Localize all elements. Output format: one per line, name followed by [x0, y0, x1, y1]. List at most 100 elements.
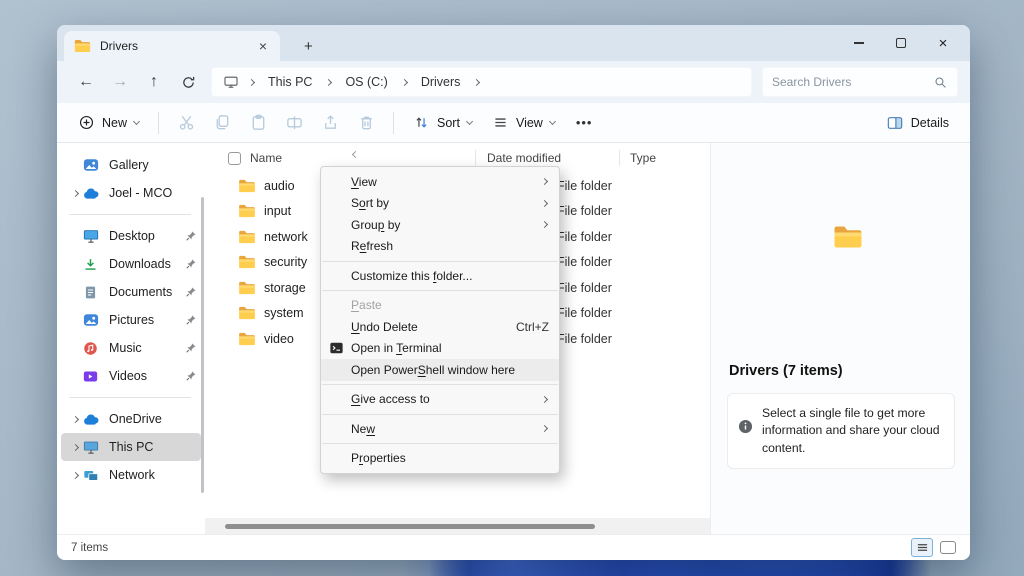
breadcrumb-this-pc[interactable]: This PC — [264, 73, 316, 91]
item-count: 7 items — [71, 542, 108, 554]
cut-icon — [177, 113, 196, 132]
file-type: File folder — [557, 281, 612, 295]
menu-item-group-by[interactable]: Group by — [321, 214, 559, 236]
sidebar-item-music[interactable]: Music — [61, 334, 201, 362]
refresh-button[interactable] — [171, 67, 205, 97]
horizontal-scrollbar-thumb[interactable] — [225, 524, 595, 529]
copy-button[interactable] — [205, 108, 239, 138]
sidebar-item-documents[interactable]: Documents — [61, 278, 201, 306]
submenu-arrow-icon — [541, 425, 548, 432]
navigation-pane: Gallery Joel - MCO Desktop Downloads — [57, 143, 205, 534]
close-button[interactable]: × — [922, 28, 964, 58]
expand-chevron-icon[interactable] — [71, 189, 78, 196]
paste-button[interactable] — [241, 108, 275, 138]
pin-icon — [185, 342, 201, 354]
sidebar-item-videos[interactable]: Videos — [61, 362, 201, 390]
list-view-toggle[interactable] — [911, 538, 933, 557]
menu-item-sort-by[interactable]: Sort by — [321, 193, 559, 215]
folder-icon — [238, 204, 258, 218]
view-button[interactable]: View — [483, 108, 564, 137]
paste-icon — [249, 113, 268, 132]
pictures-icon — [83, 312, 105, 328]
menu-item-view[interactable]: View — [321, 171, 559, 193]
sort-icon — [413, 114, 430, 131]
breadcrumb-os-c[interactable]: OS (C:) — [341, 73, 391, 91]
tab-title: Drivers — [100, 39, 247, 53]
menu-item-undo-delete[interactable]: Undo Delete Ctrl+Z — [321, 316, 559, 338]
select-all-checkbox[interactable] — [228, 152, 241, 165]
search-input[interactable]: Search Drivers — [762, 67, 958, 97]
sidebar-item-this-pc[interactable]: This PC — [61, 433, 201, 461]
file-type: File folder — [557, 306, 612, 320]
column-header-date[interactable]: Date modified — [487, 151, 561, 165]
new-tab-button[interactable]: + — [298, 38, 319, 55]
column-separator[interactable] — [619, 150, 620, 166]
pin-icon — [185, 286, 201, 298]
column-header-name[interactable]: Name — [250, 151, 282, 165]
details-pane-button[interactable]: Details — [877, 109, 958, 137]
file-type: File folder — [557, 255, 612, 269]
view-icon — [492, 114, 509, 131]
sidebar-scrollbar[interactable] — [201, 197, 204, 493]
share-button[interactable] — [313, 108, 347, 138]
menu-item-paste[interactable]: Paste — [321, 295, 559, 317]
copy-icon — [213, 113, 232, 132]
back-button[interactable]: ← — [69, 67, 103, 97]
sidebar-item-gallery[interactable]: Gallery — [61, 151, 201, 179]
sidebar-item-onedrive-account[interactable]: Joel - MCO — [61, 179, 201, 207]
tab-drivers[interactable]: Drivers × — [64, 31, 280, 61]
sidebar-item-label: Desktop — [105, 229, 185, 243]
maximize-button[interactable] — [880, 28, 922, 58]
delete-button[interactable] — [349, 108, 383, 138]
desktop-icon — [83, 228, 105, 244]
up-button[interactable]: ↑ — [137, 67, 171, 97]
rename-button[interactable] — [277, 108, 311, 138]
forward-button[interactable]: → — [103, 67, 137, 97]
list-view-icon — [917, 542, 928, 553]
cut-button[interactable] — [169, 108, 203, 138]
sidebar-item-label: Documents — [105, 285, 185, 299]
expand-chevron-icon[interactable] — [71, 471, 78, 478]
horizontal-scrollbar-track[interactable] — [205, 518, 710, 534]
rename-icon — [285, 113, 304, 132]
sidebar-item-pictures[interactable]: Pictures — [61, 306, 201, 334]
new-button[interactable]: New — [69, 108, 148, 137]
menu-item-open-in-terminal[interactable]: Open in Terminal — [321, 338, 559, 360]
sidebar-item-onedrive[interactable]: OneDrive — [61, 405, 201, 433]
folder-icon — [238, 179, 258, 193]
explorer-window: Drivers × + × ← → ↑ This PC OS (C:) Driv… — [57, 25, 970, 560]
expand-chevron-icon[interactable] — [71, 415, 78, 422]
sidebar-item-label: OneDrive — [105, 412, 185, 426]
sidebar-item-downloads[interactable]: Downloads — [61, 250, 201, 278]
menu-item-refresh[interactable]: Refresh — [321, 236, 559, 258]
expand-chevron-icon[interactable] — [71, 443, 78, 450]
column-separator[interactable] — [475, 150, 476, 166]
breadcrumb[interactable]: This PC OS (C:) Drivers — [211, 67, 752, 97]
toolbar-divider — [393, 112, 394, 134]
preview-folder-icon — [833, 225, 863, 252]
maximize-icon — [896, 38, 906, 48]
new-button-label: New — [102, 116, 127, 130]
menu-item-open-powershell[interactable]: Open PowerShell window here — [321, 359, 559, 381]
this-pc-icon — [83, 439, 105, 455]
sort-button[interactable]: Sort — [404, 108, 481, 137]
downloads-icon — [83, 257, 105, 272]
menu-item-new[interactable]: New — [321, 418, 559, 440]
sidebar-item-label: Pictures — [105, 313, 185, 327]
menu-item-give-access-to[interactable]: Give access to — [321, 389, 559, 411]
menu-item-properties[interactable]: Properties — [321, 448, 559, 470]
minimize-button[interactable] — [838, 28, 880, 58]
sidebar-item-network[interactable]: Network — [61, 461, 201, 489]
file-type: File folder — [557, 204, 612, 218]
details-info-card: Select a single file to get more informa… — [727, 393, 955, 469]
menu-item-customize-folder[interactable]: Customize this folder... — [321, 265, 559, 287]
breadcrumb-drivers[interactable]: Drivers — [417, 73, 465, 91]
column-header-type[interactable]: Type — [630, 151, 656, 165]
thumbnail-view-toggle[interactable] — [940, 541, 956, 554]
more-options-button[interactable]: ••• — [566, 115, 603, 130]
sidebar-item-desktop[interactable]: Desktop — [61, 222, 201, 250]
tab-close-icon[interactable]: × — [256, 39, 270, 53]
tab-bar: Drivers × + × — [57, 25, 970, 61]
terminal-icon — [329, 341, 344, 358]
submenu-arrow-icon — [541, 221, 548, 228]
